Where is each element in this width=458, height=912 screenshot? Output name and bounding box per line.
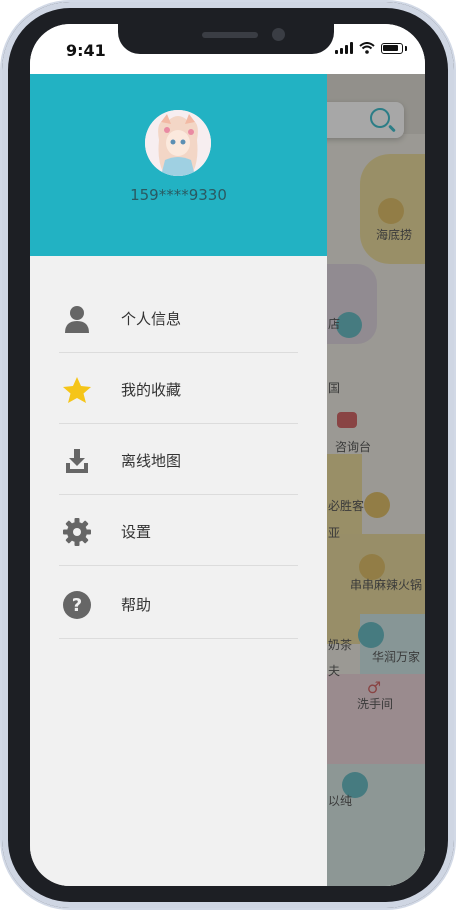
status-icons bbox=[335, 42, 407, 54]
wifi-icon bbox=[359, 42, 375, 54]
camera bbox=[272, 28, 285, 41]
notch bbox=[118, 24, 334, 54]
phone-number: 159****9330 bbox=[130, 186, 227, 204]
download-icon bbox=[61, 446, 93, 476]
menu-item-profile[interactable]: 个人信息 bbox=[59, 282, 298, 353]
menu-item-label: 我的收藏 bbox=[121, 381, 182, 399]
svg-text:?: ? bbox=[72, 595, 82, 616]
gear-icon bbox=[61, 517, 93, 547]
battery-tip bbox=[405, 45, 407, 51]
help-icon: ? bbox=[61, 590, 93, 620]
star-icon bbox=[61, 375, 93, 405]
menu-item-settings[interactable]: 设置 bbox=[59, 495, 298, 566]
menu-item-help[interactable]: ? 帮助 bbox=[59, 568, 298, 639]
person-icon bbox=[61, 304, 93, 334]
menu-item-label: 个人信息 bbox=[121, 310, 182, 328]
menu-item-favorites[interactable]: 我的收藏 bbox=[59, 353, 298, 424]
status-bar: 9:41 bbox=[30, 24, 425, 74]
signal-icon bbox=[335, 42, 353, 54]
menu-item-label: 帮助 bbox=[121, 596, 152, 614]
side-drawer: 159****9330 个人信息 我的收藏 离线地图 设置 ? 帮助 bbox=[30, 74, 327, 886]
screen: ♂ 海底捞 店 国 咨询台 必胜客 亚 串串麻辣火锅 奶茶 夫 华润万家 洗手间… bbox=[30, 24, 425, 886]
avatar[interactable] bbox=[145, 110, 211, 176]
speaker bbox=[202, 32, 258, 38]
status-time: 9:41 bbox=[66, 41, 106, 60]
avatar-image bbox=[145, 110, 211, 176]
menu-item-label: 设置 bbox=[121, 523, 152, 541]
menu-item-label: 离线地图 bbox=[121, 452, 182, 470]
drawer-header: 159****9330 bbox=[30, 74, 327, 256]
menu-item-offline-map[interactable]: 离线地图 bbox=[59, 424, 298, 495]
battery-icon bbox=[381, 42, 403, 54]
